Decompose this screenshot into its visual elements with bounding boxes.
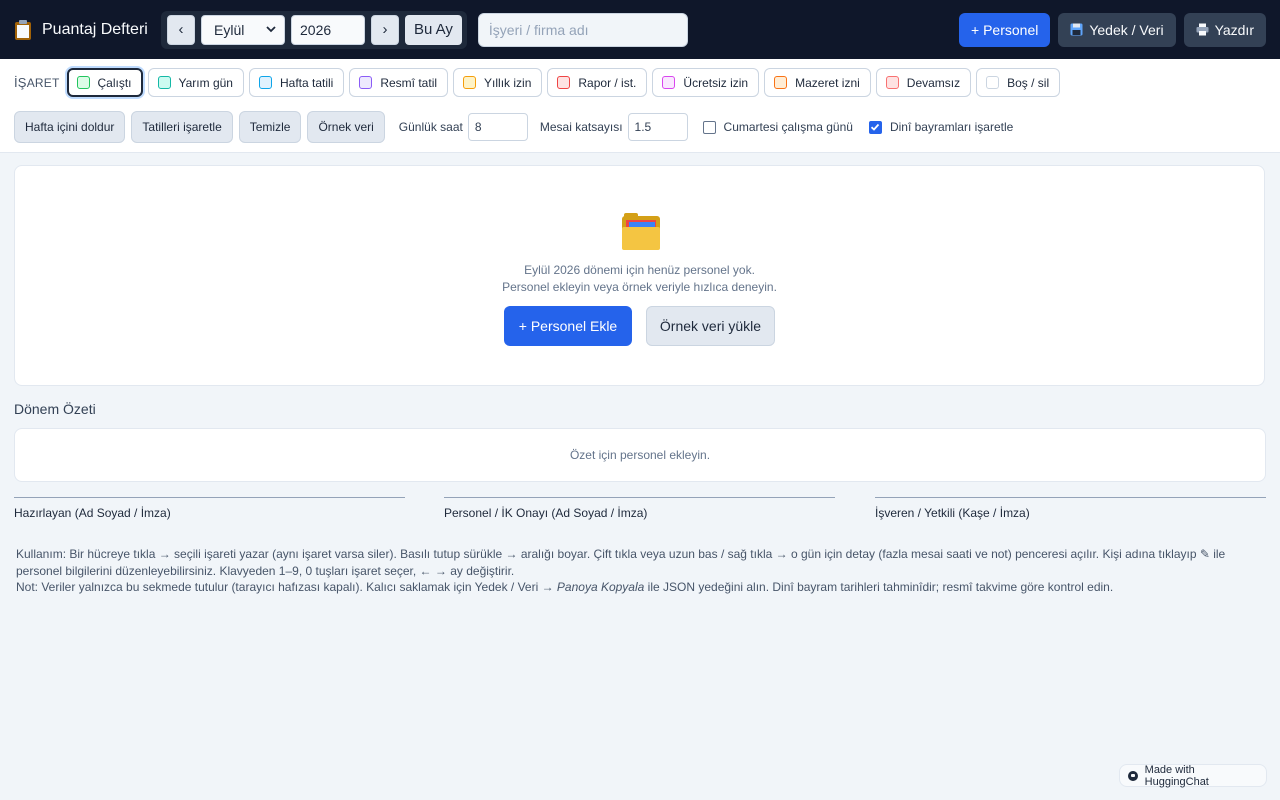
color-swatch-icon <box>774 76 788 89</box>
marker-label: İŞARET <box>14 75 60 90</box>
overtime-label: Mesai katsayısı <box>539 120 623 134</box>
marker-chip[interactable]: Devamsız <box>875 68 972 97</box>
huggingchat-badge-label: Made with HuggingChat <box>1144 763 1209 788</box>
sample-data-button[interactable]: Örnek veri <box>307 111 385 143</box>
print-button-label: Yazdır <box>1214 21 1254 38</box>
marker-chip[interactable]: Mazeret izni <box>764 68 871 97</box>
load-sample-button[interactable]: Örnek veri yükle <box>646 306 775 346</box>
color-swatch-icon <box>986 76 1000 89</box>
color-swatch-icon <box>662 76 676 89</box>
marker-chip[interactable]: Rapor / ist. <box>547 68 648 97</box>
marker-chip-list: Çalıştı Yarım gün Hafta tatili Resmî tatil Y… <box>66 68 1066 97</box>
daily-hours-input[interactable]: 8 <box>467 113 528 141</box>
add-person-cta-button[interactable]: + Personel Ekle <box>504 306 632 346</box>
marker-chip[interactable]: Çalıştı <box>66 68 143 97</box>
daily-hours-label: Günlük saat <box>398 120 463 134</box>
huggingchat-badge[interactable]: Made with HuggingChat <box>1119 763 1267 788</box>
add-person-button[interactable]: + Personel <box>959 12 1051 47</box>
clear-button[interactable]: Temizle <box>238 111 302 143</box>
note-text: Not: Veriler yalnızca bu sekmede tutulur… <box>16 580 1114 594</box>
clipboard-icon <box>14 19 32 40</box>
backup-button-label: Yedek / Veri <box>1089 21 1164 38</box>
signature-employer: İşveren / Yetkili (Kaşe / İmza) <box>875 497 1266 520</box>
marker-chip-label: Devamsız <box>906 75 961 90</box>
saturday-label: Cumartesi çalışma günü <box>723 120 853 134</box>
marker-chip-label: Mazeret izni <box>795 75 860 90</box>
copy-to-clipboard-ref: Panoya Kopyala <box>556 580 645 594</box>
usage-text: Kullanım: Bir hücreye tıkla → seçili işa… <box>16 547 1226 578</box>
summary-title: Dönem Özeti <box>14 401 96 417</box>
marker-chip-label: Yıllık izin <box>484 75 532 90</box>
chat-icon <box>1128 770 1138 781</box>
marker-chip-label: Boş / sil <box>1007 75 1050 90</box>
app-title: Puantaj Defteri <box>42 20 148 38</box>
summary-card: Özet için personel ekleyin. <box>14 428 1266 482</box>
marker-chip[interactable]: Resmî tatil <box>349 68 449 97</box>
color-swatch-icon <box>557 76 571 89</box>
color-swatch-icon <box>885 76 899 89</box>
brand: Puantaj Defteri <box>14 19 159 40</box>
empty-state-card: Eylül 2026 dönemi için henüz personel yo… <box>14 165 1265 386</box>
help-text: Kullanım: Bir hücreye tıkla → seçili işa… <box>16 546 1266 596</box>
printer-icon <box>1196 23 1209 36</box>
color-swatch-icon <box>258 76 272 89</box>
marker-chip[interactable]: Boş / sil <box>976 68 1061 97</box>
top-actions: + Personel Yedek / Veri Yazdır <box>959 12 1266 47</box>
summary-empty-text: Özet için personel ekleyin. <box>569 448 711 462</box>
signature-prepared-by: Hazırlayan (Ad Soyad / İmza) <box>14 497 405 520</box>
religious-holidays-label: Dinî bayramları işaretle <box>889 120 1014 134</box>
signature-hr-approval: Personel / İK Onayı (Ad Soyad / İmza) <box>444 497 835 520</box>
marker-chip-label: Hafta tatili <box>279 75 334 90</box>
period-navigator: ‹ Eylül 2026 › Bu Ay <box>161 10 467 49</box>
marker-chip-label: Çalıştı <box>97 75 132 90</box>
backup-button[interactable]: Yedek / Veri <box>1058 12 1176 47</box>
prev-month-button[interactable]: ‹ <box>167 14 195 45</box>
next-month-button[interactable]: › <box>371 14 399 45</box>
top-bar: Puantaj Defteri ‹ Eylül 2026 › Bu Ay İşy… <box>0 0 1280 59</box>
marker-chip-label: Resmî tatil <box>380 75 438 90</box>
religious-holidays-checkbox[interactable] <box>868 120 882 134</box>
marker-chip[interactable]: Hafta tatili <box>248 68 345 97</box>
company-name-input[interactable]: İşyeri / firma adı <box>477 12 688 47</box>
month-select-value: Eylül <box>214 21 245 38</box>
marker-chip[interactable]: Ücretsiz izin <box>652 68 760 97</box>
color-swatch-icon <box>76 76 90 89</box>
religious-holidays-toggle[interactable]: Dinî bayramları işaretle <box>868 120 1014 134</box>
saturday-toggle[interactable]: Cumartesi çalışma günü <box>702 120 853 134</box>
color-swatch-icon <box>157 76 171 89</box>
fill-weekdays-button[interactable]: Hafta içini doldur <box>14 111 126 143</box>
current-month-button[interactable]: Bu Ay <box>405 14 462 45</box>
marker-chip-label: Ücretsiz izin <box>683 75 749 90</box>
marker-chip[interactable]: Yıllık izin <box>453 68 543 97</box>
color-swatch-icon <box>463 76 477 89</box>
mark-holidays-button[interactable]: Tatilleri işaretle <box>131 111 233 143</box>
month-select[interactable]: Eylül <box>201 14 285 45</box>
marker-chip-label: Yarım gün <box>178 75 233 90</box>
toolbar: İŞARET Çalıştı Yarım gün Hafta tatili Resmî… <box>0 59 1280 153</box>
checkmark-icon <box>871 123 880 131</box>
overtime-input[interactable]: 1.5 <box>627 113 688 141</box>
saturday-checkbox[interactable] <box>702 120 716 134</box>
print-button[interactable]: Yazdır <box>1183 12 1266 47</box>
year-input[interactable]: 2026 <box>291 14 365 45</box>
marker-row: İŞARET Çalıştı Yarım gün Hafta tatili Resmî… <box>14 68 1065 97</box>
folder-icon <box>622 212 660 250</box>
marker-chip-label: Rapor / ist. <box>578 75 637 90</box>
actions-row: Hafta içini doldur Tatilleri işaretle Te… <box>14 111 1013 143</box>
marker-chip[interactable]: Yarım gün <box>147 68 244 97</box>
color-swatch-icon <box>359 76 373 89</box>
floppy-disk-icon <box>1070 23 1083 36</box>
empty-message: Eylül 2026 dönemi için henüz personel yo… <box>524 263 755 277</box>
chevron-down-icon <box>266 26 276 33</box>
empty-hint: Personel ekleyin veya örnek veriyle hızl… <box>502 280 777 294</box>
